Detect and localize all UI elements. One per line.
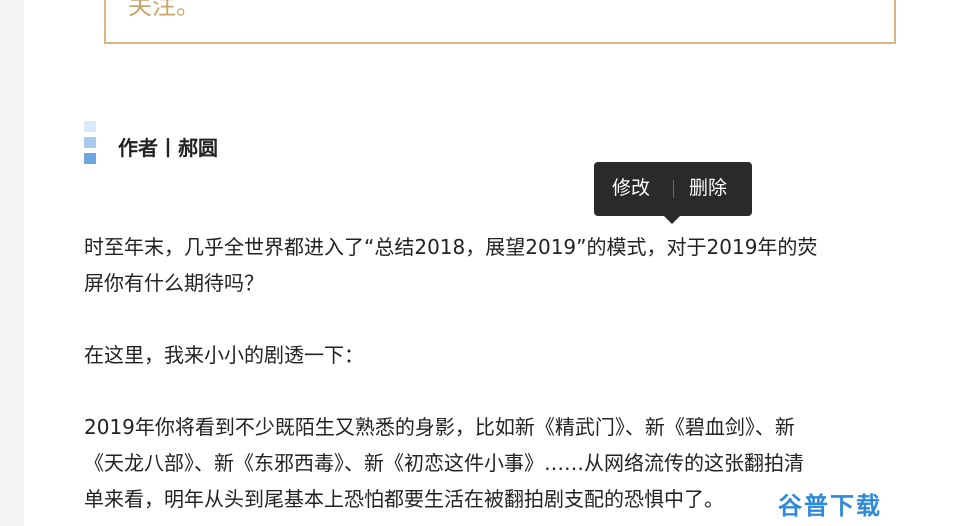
- context-menu: 修改 删除: [594, 162, 752, 224]
- paragraph-line: 在这里，我来小小的剧透一下：: [84, 343, 364, 367]
- menu-pointer-arrow: [664, 216, 680, 224]
- quote-box: 关注。: [104, 0, 896, 44]
- paragraph-line: 屏你有什么期待吗？: [84, 271, 264, 295]
- paragraph-line: 《天龙八部》、新《东邪西毒》、新《初恋这件小事》……从网络流传的这张翻拍清: [84, 451, 804, 475]
- paragraph-intro: 时至年末，几乎全世界都进入了“总结2018，展望2019”的模式，对于2019年…: [84, 229, 924, 301]
- menu-divider: [673, 180, 674, 198]
- paragraph-line: 时至年末，几乎全世界都进入了“总结2018，展望2019”的模式，对于2019年…: [84, 235, 818, 259]
- left-gutter: [0, 0, 24, 526]
- quote-text: 关注。: [128, 0, 200, 20]
- paragraph-spoiler: 在这里，我来小小的剧透一下：: [84, 337, 924, 373]
- delete-menu-item[interactable]: 删除: [689, 175, 727, 201]
- watermark-logo: 谷普下载: [778, 492, 882, 520]
- edit-menu-item[interactable]: 修改: [612, 175, 650, 201]
- paragraph-line: 2019年你将看到不少既陌生又熟悉的身影，比如新《精武门》、新《碧血剑》、新: [84, 415, 795, 439]
- author-line: 作者丨郝圆: [118, 136, 218, 160]
- author-decoration-icon: [84, 120, 96, 166]
